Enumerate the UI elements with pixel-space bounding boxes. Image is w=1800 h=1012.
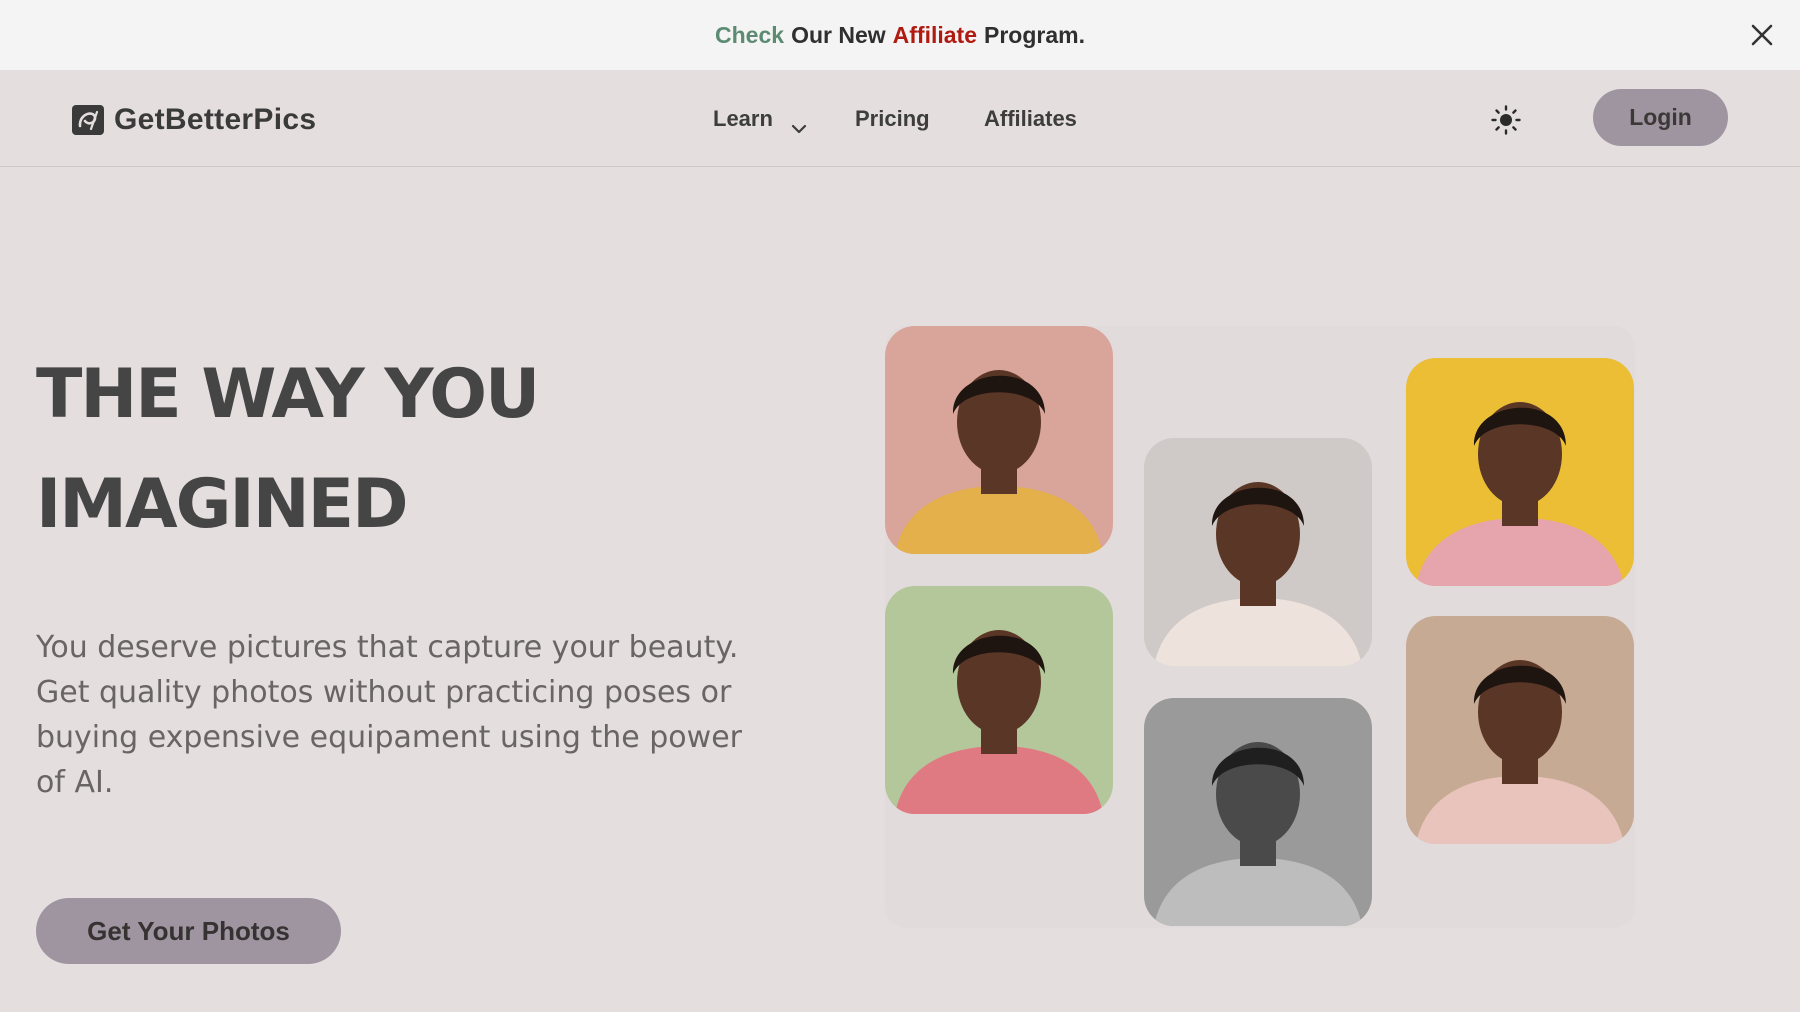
announcement-end-text: Program. <box>983 21 1085 48</box>
close-icon[interactable] <box>1746 19 1778 51</box>
portrait-photo <box>1406 358 1634 586</box>
portrait-photo <box>1406 616 1634 844</box>
nav-pricing[interactable]: Pricing <box>855 70 930 167</box>
hero-title: THE WAY YOU IMAGINED <box>36 340 796 560</box>
announcement-banner[interactable]: Check Our New Affiliate Program. <box>0 0 1800 70</box>
hero-title-line2: IMAGINED <box>36 465 409 544</box>
nav-learn-label: Learn <box>713 105 773 131</box>
portrait-photo <box>1144 438 1372 666</box>
hero-title-line1: THE WAY YOU <box>36 355 540 434</box>
logo-icon <box>71 104 105 136</box>
sun-icon[interactable] <box>1490 104 1522 136</box>
portrait-photo <box>885 586 1113 814</box>
portrait-photo <box>885 326 1113 554</box>
brand-logo[interactable]: GetBetterPics <box>71 103 316 137</box>
announcement-affiliate-word: Affiliate <box>892 21 977 48</box>
chevron-down-icon <box>791 114 807 133</box>
nav-learn[interactable]: Learn <box>713 70 807 167</box>
portrait-photo <box>1144 698 1372 926</box>
nav-affiliates[interactable]: Affiliates <box>984 70 1077 167</box>
announcement-check-word: Check <box>715 21 785 48</box>
get-your-photos-button[interactable]: Get Your Photos <box>36 898 341 964</box>
login-button[interactable]: Login <box>1593 89 1728 146</box>
announcement-middle-text: Our New <box>791 21 886 48</box>
brand-name: GetBetterPics <box>114 103 317 136</box>
hero-subtitle: You deserve pictures that capture your b… <box>36 630 742 800</box>
